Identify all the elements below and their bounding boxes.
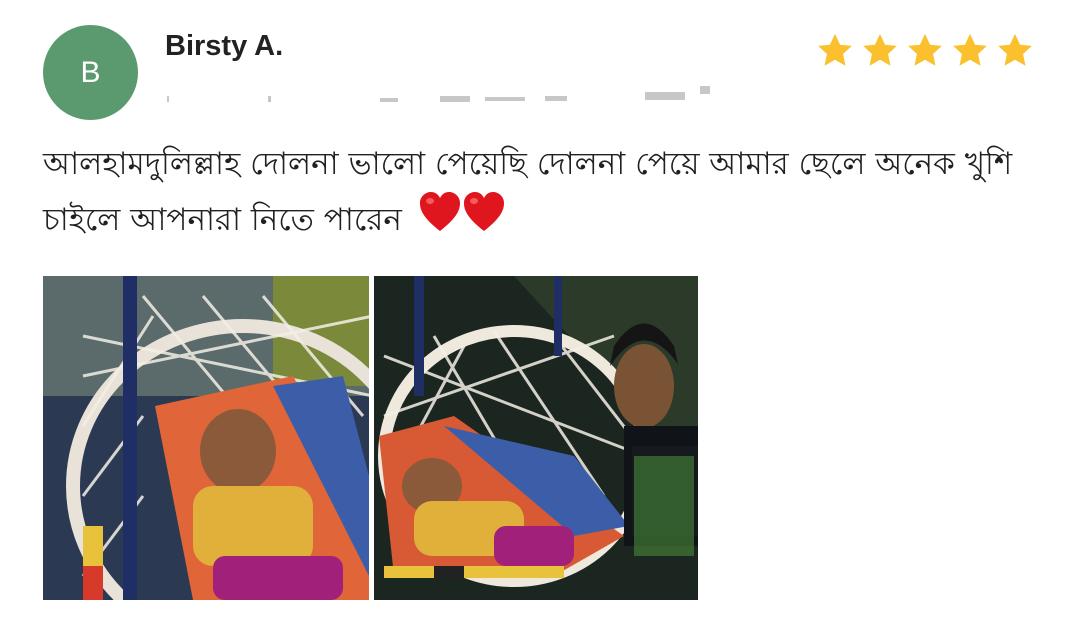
star-rating bbox=[814, 30, 1036, 72]
star-icon bbox=[953, 33, 987, 66]
baby-in-swing-image bbox=[43, 276, 369, 600]
star-icon bbox=[818, 33, 852, 66]
avatar-initial: B bbox=[80, 55, 101, 89]
reviewer-name: Birsty A. bbox=[165, 30, 284, 62]
blurred-metadata bbox=[167, 86, 710, 102]
heart-icon bbox=[419, 192, 504, 231]
review-body: আলহামদুলিল্লাহ দোলনা ভালো পেয়েছি দোলনা … bbox=[43, 146, 1013, 238]
heart-emoji bbox=[418, 191, 508, 252]
star-icon bbox=[998, 33, 1032, 66]
review-photo-2[interactable] bbox=[374, 276, 698, 600]
star-icon bbox=[908, 33, 942, 66]
review-text: আলহামদুলিল্লাহ দোলনা ভালো পেয়েছি দোলনা … bbox=[43, 138, 1043, 252]
baby-in-swing-image bbox=[374, 276, 698, 600]
review-photo-1[interactable] bbox=[43, 276, 369, 600]
avatar: B bbox=[43, 25, 138, 120]
star-icon bbox=[863, 33, 897, 66]
